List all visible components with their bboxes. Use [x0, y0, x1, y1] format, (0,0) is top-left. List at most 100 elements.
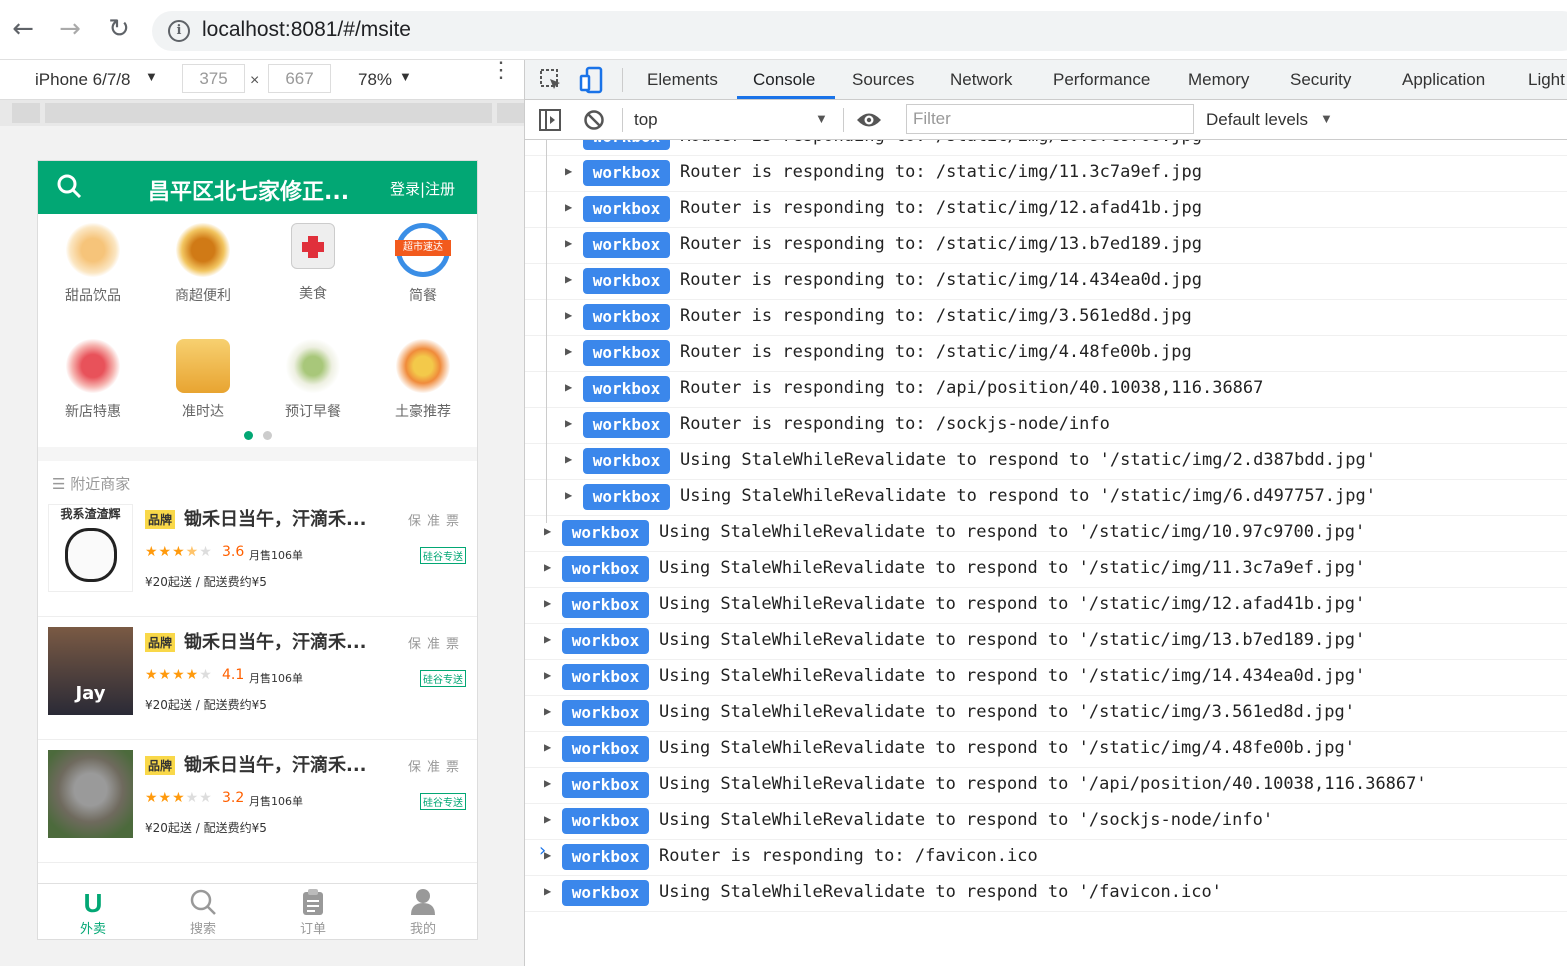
pagination-dot-active[interactable] — [244, 431, 253, 440]
expand-arrow-icon[interactable]: ▶ — [544, 704, 551, 718]
category-dessert[interactable]: 甜品饮品 — [38, 223, 148, 305]
login-link[interactable]: 登录|注册 — [390, 178, 455, 199]
expand-arrow-icon[interactable]: ▶ — [544, 632, 551, 646]
console-message[interactable]: ▶ workbox Router is responding to: /api/po… — [525, 372, 1567, 408]
expand-arrow-icon[interactable]: ▶ — [565, 272, 572, 286]
console-prompt-icon[interactable]: › — [539, 840, 546, 861]
bottom-nav: U 外卖 搜索 订单 我的 — [38, 883, 477, 939]
tab-console[interactable]: Console — [753, 70, 815, 90]
url-text[interactable]: localhost:8081/#/msite — [202, 18, 411, 42]
chevron-down-icon[interactable]: ▼ — [1320, 111, 1333, 126]
expand-arrow-icon[interactable]: ▶ — [565, 380, 572, 394]
expand-arrow-icon[interactable]: ▶ — [565, 164, 572, 178]
console-message[interactable]: ▶ workbox Router is responding to: /static… — [525, 192, 1567, 228]
console-message[interactable]: ▶ workbox Using StaleWhileRevalidate to re… — [525, 876, 1567, 912]
inspect-icon[interactable] — [539, 68, 563, 92]
nav-search[interactable]: 搜索 — [148, 888, 258, 937]
console-message[interactable]: ▶ workbox Router is responding to: /static… — [525, 300, 1567, 336]
console-message[interactable]: ▶ workbox Router is responding to: /static… — [525, 140, 1567, 156]
shop-item[interactable]: Jay 品牌 锄禾日当午，汗滴禾... 保准票 ★★★★★ 4.1 月售106单… — [38, 617, 477, 740]
expand-arrow-icon[interactable]: ▶ — [565, 140, 572, 142]
console-message[interactable]: ▶ workbox Using StaleWhileRevalidate to re… — [525, 660, 1567, 696]
forward-icon[interactable]: → — [55, 14, 85, 46]
expand-arrow-icon[interactable]: ▶ — [565, 344, 572, 358]
tab-memory[interactable]: Memory — [1188, 70, 1249, 90]
expand-arrow-icon[interactable]: ▶ — [544, 524, 551, 538]
address-bar[interactable]: i localhost:8081/#/msite — [152, 11, 1567, 51]
tab-performance[interactable]: Performance — [1053, 70, 1150, 90]
chevron-down-icon[interactable]: ▼ — [145, 69, 158, 84]
search-icon[interactable] — [56, 173, 82, 199]
nav-orders[interactable]: 订单 — [258, 888, 368, 937]
console-message[interactable]: ▶ workbox Using StaleWhileRevalidate to re… — [525, 516, 1567, 552]
category-breakfast[interactable]: 预订早餐 — [258, 339, 368, 421]
category-food[interactable]: 美食 — [258, 223, 368, 303]
expand-arrow-icon[interactable]: ▶ — [544, 560, 551, 574]
expand-arrow-icon[interactable]: ▶ — [565, 308, 572, 322]
chevron-down-icon[interactable]: ▼ — [815, 111, 828, 126]
nav-takeout[interactable]: U 外卖 — [38, 888, 148, 937]
clear-console-icon[interactable] — [583, 109, 605, 131]
shop-item[interactable]: 我系渣渣辉 品牌 锄禾日当午，汗滴禾... 保准票 ★★★★★ 3.6 月售10… — [38, 494, 477, 617]
expand-arrow-icon[interactable]: ▶ — [544, 596, 551, 610]
category-market[interactable]: 商超便利 — [148, 223, 258, 305]
eye-icon[interactable] — [856, 110, 882, 130]
console-message-text: Using StaleWhileRevalidate to respond to… — [659, 522, 1366, 542]
tab-application[interactable]: Application — [1402, 70, 1485, 90]
device-width-input[interactable]: 375 — [182, 64, 245, 93]
category-on-time[interactable]: 准时达 — [148, 339, 258, 421]
expand-arrow-icon[interactable]: ▶ — [544, 668, 551, 682]
tab-network[interactable]: Network — [950, 70, 1012, 90]
context-select[interactable]: top — [634, 110, 658, 130]
console-message[interactable]: ▶ workbox Router is responding to: /static… — [525, 228, 1567, 264]
console-message[interactable]: ▶ workbox Using StaleWhileRevalidate to re… — [525, 552, 1567, 588]
console-message[interactable]: ▶ workbox Using StaleWhileRevalidate to re… — [525, 444, 1567, 480]
console-message[interactable]: ▶ workbox Router is responding to: /static… — [525, 264, 1567, 300]
tab-elements[interactable]: Elements — [647, 70, 718, 90]
log-levels-select[interactable]: Default levels — [1206, 110, 1308, 130]
more-icon[interactable]: ⋮ — [490, 59, 512, 81]
sidebar-toggle-icon[interactable] — [539, 109, 561, 131]
pagination-dot[interactable] — [263, 431, 272, 440]
market-icon — [176, 223, 230, 277]
delivery-badge: 硅谷专送 — [420, 793, 466, 810]
device-toggle-icon[interactable] — [579, 66, 605, 94]
expand-arrow-icon[interactable]: ▶ — [565, 236, 572, 250]
console-message[interactable]: ▶ workbox Router is responding to: /static… — [525, 156, 1567, 192]
console-message[interactable]: ▶ workbox Using StaleWhileRevalidate to re… — [525, 732, 1567, 768]
console-message[interactable]: ▶ workbox Using StaleWhileRevalidate to re… — [525, 696, 1567, 732]
expand-arrow-icon[interactable]: ▶ — [565, 488, 572, 502]
category-light-meal[interactable]: 超市速达 简餐 — [368, 223, 477, 305]
zoom-select[interactable]: 78% — [358, 70, 392, 90]
console-filter-input[interactable]: Filter — [906, 104, 1194, 134]
expand-arrow-icon[interactable]: ▶ — [544, 740, 551, 754]
reload-icon[interactable]: ↻ — [104, 14, 134, 46]
console-message[interactable]: ▶ workbox Using StaleWhileRevalidate to re… — [525, 624, 1567, 660]
category-recommend[interactable]: 土豪推荐 — [368, 339, 477, 421]
expand-arrow-icon[interactable]: ▶ — [565, 200, 572, 214]
console-message[interactable]: ▶ workbox Router is responding to: /static… — [525, 336, 1567, 372]
console-message[interactable]: ▶ workbox Using StaleWhileRevalidate to re… — [525, 768, 1567, 804]
console-message[interactable]: ▶ workbox Using StaleWhileRevalidate to re… — [525, 480, 1567, 516]
device-select[interactable]: iPhone 6/7/8 — [35, 70, 130, 90]
expand-arrow-icon[interactable]: ▶ — [544, 812, 551, 826]
tab-sources[interactable]: Sources — [852, 70, 914, 90]
tab-lighthouse[interactable]: Light — [1528, 70, 1565, 90]
console-message[interactable]: ▶ workbox Using StaleWhileRevalidate to re… — [525, 804, 1567, 840]
info-icon[interactable]: i — [168, 20, 190, 42]
location-title[interactable]: 昌平区北七家修正... — [148, 174, 349, 206]
console-message[interactable]: ▶ workbox Router is responding to: /sockjs… — [525, 408, 1567, 444]
console-message[interactable]: ▶ workbox Router is responding to: /favico… — [525, 840, 1567, 876]
expand-arrow-icon[interactable]: ▶ — [565, 416, 572, 430]
tab-security[interactable]: Security — [1290, 70, 1351, 90]
console-message[interactable]: ▶ workbox Using StaleWhileRevalidate to re… — [525, 588, 1567, 624]
back-icon[interactable]: ← — [8, 14, 38, 46]
nav-profile[interactable]: 我的 — [368, 888, 477, 937]
chevron-down-icon[interactable]: ▼ — [399, 69, 412, 84]
category-new-store[interactable]: 新店特惠 — [38, 339, 148, 421]
expand-arrow-icon[interactable]: ▶ — [544, 776, 551, 790]
expand-arrow-icon[interactable]: ▶ — [544, 884, 551, 898]
shop-item[interactable]: 品牌 锄禾日当午，汗滴禾... 保准票 ★★★★★ 3.2 月售106单 硅谷专… — [38, 740, 477, 863]
device-height-input[interactable]: 667 — [268, 64, 331, 93]
expand-arrow-icon[interactable]: ▶ — [565, 452, 572, 466]
